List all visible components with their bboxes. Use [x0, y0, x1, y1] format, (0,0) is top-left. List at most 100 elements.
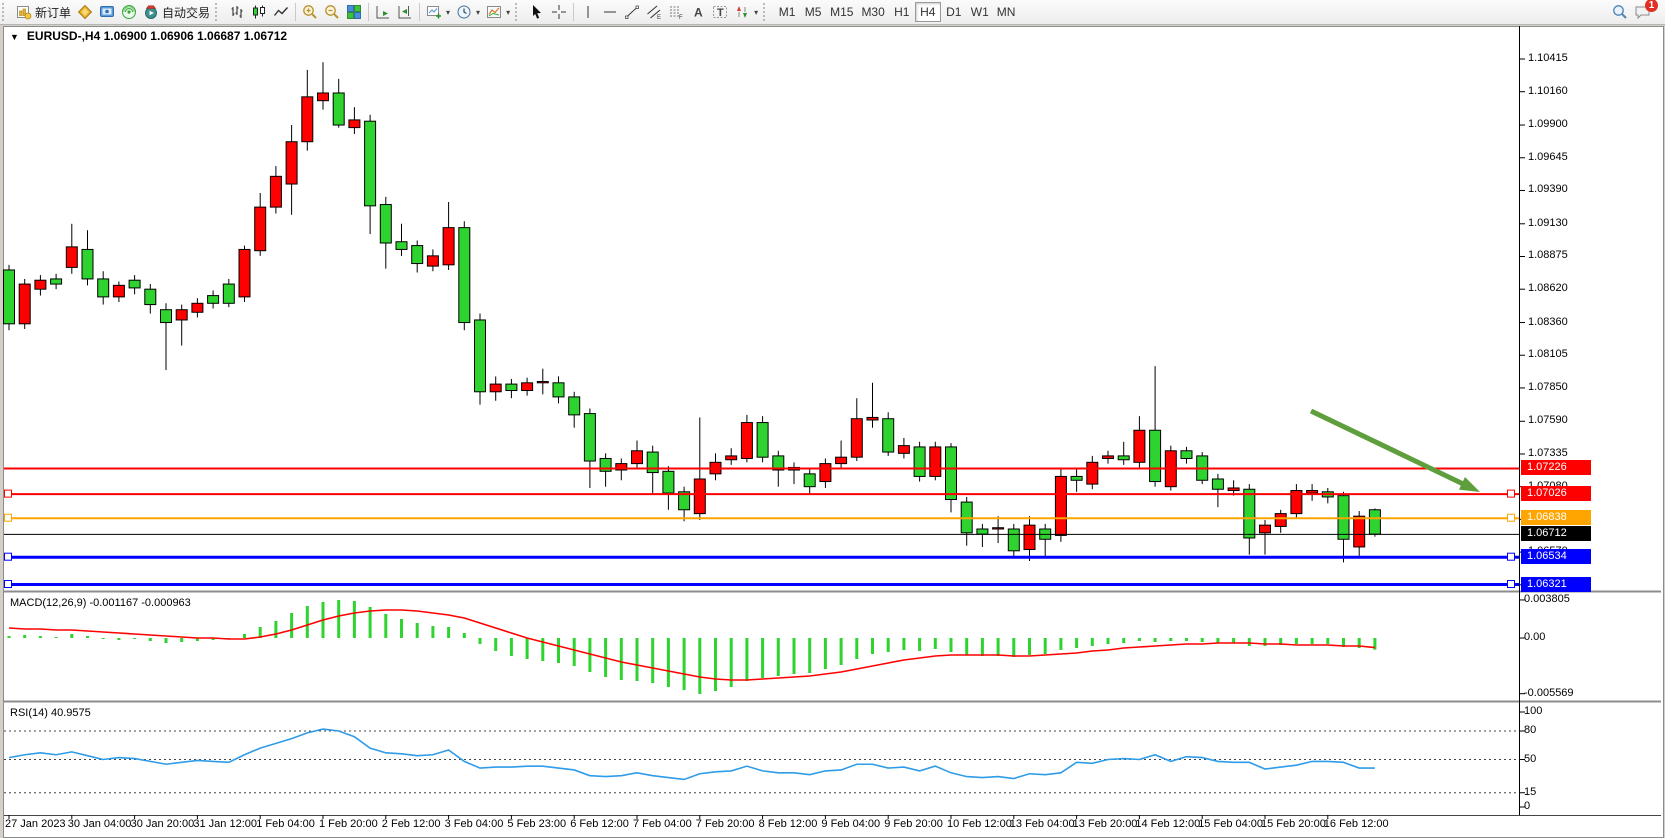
candle-body	[286, 142, 297, 184]
candle-body	[1260, 525, 1271, 533]
candle-body	[1071, 476, 1082, 480]
dropdown-caret-icon: ▾	[754, 8, 758, 17]
text-tool-button[interactable]: A	[687, 1, 709, 23]
search-button[interactable]	[1609, 1, 1631, 23]
timeframe-m15-button[interactable]: M15	[826, 2, 857, 22]
toolbar-separator	[573, 3, 574, 21]
text-icon: A	[690, 4, 706, 20]
candle-body	[820, 464, 831, 482]
line-handle	[5, 581, 12, 588]
candle-body	[475, 320, 486, 392]
cursor-tool-button[interactable]	[526, 1, 548, 23]
vertical-line-tool-button[interactable]	[577, 1, 599, 23]
templates-button[interactable]: ▾	[483, 1, 513, 23]
candle-body	[4, 270, 15, 324]
timeframe-m5-button[interactable]: M5	[800, 2, 826, 22]
signals-icon	[121, 4, 137, 20]
trendline-icon	[624, 4, 640, 20]
candle-body	[380, 205, 391, 243]
crosshair-tool-button[interactable]	[548, 1, 570, 23]
macd-signal-line	[9, 610, 1375, 680]
line-chart-button[interactable]	[270, 1, 292, 23]
candle-body	[930, 447, 941, 476]
new-chart-button[interactable]: ▾	[423, 1, 453, 23]
candle-body	[208, 296, 219, 304]
candle-body	[663, 471, 674, 493]
horizontal-line-icon	[602, 4, 618, 20]
candle-body	[867, 417, 878, 420]
tile-windows-button[interactable]	[343, 1, 365, 23]
timeframe-mn-button[interactable]: MN	[993, 2, 1020, 22]
notifications-button[interactable]: 1	[1631, 1, 1655, 23]
dropdown-caret-icon: ▾	[446, 8, 450, 17]
candle-body	[223, 284, 234, 303]
candle-body	[427, 256, 438, 266]
chart-shift-icon	[397, 4, 413, 20]
auto-scro1ll-icon	[375, 4, 391, 20]
signals-button[interactable]	[118, 1, 140, 23]
candle-body	[946, 447, 957, 500]
metaeditor-icon	[99, 4, 115, 20]
svg-text:F: F	[679, 15, 683, 20]
candle-body	[1244, 489, 1255, 538]
candle-body	[82, 249, 93, 278]
arrows-tool-button[interactable]: ▾	[731, 1, 761, 23]
timeframe-h1-button[interactable]: H1	[889, 2, 915, 22]
candle-body	[1024, 525, 1035, 549]
candle-body	[318, 93, 329, 101]
timeframe-h4-button[interactable]: H4	[915, 2, 941, 22]
dropdown-caret-icon: ▾	[506, 8, 510, 17]
metaeditor-button[interactable]	[96, 1, 118, 23]
chart-canvas[interactable]	[0, 0, 1665, 838]
candle-body	[19, 284, 30, 324]
auto-scroll-button[interactable]	[372, 1, 394, 23]
timeframe-w1-button[interactable]: W1	[967, 2, 993, 22]
chart-shift-button[interactable]	[394, 1, 416, 23]
candle-body	[443, 228, 454, 265]
text-label-tool-button[interactable]: T	[709, 1, 731, 23]
new-chart-icon	[426, 4, 442, 20]
candle-body	[270, 176, 281, 207]
timeframe-m1-button[interactable]: M1	[774, 2, 800, 22]
svg-text:T: T	[717, 7, 724, 19]
candle-body	[51, 279, 62, 284]
candle-body	[1212, 479, 1223, 489]
periods-icon	[456, 4, 472, 20]
candle-body	[1369, 510, 1380, 534]
zoom-in-button[interactable]	[299, 1, 321, 23]
trendline-tool-button[interactable]	[621, 1, 643, 23]
candle-body	[584, 414, 595, 461]
periods-button[interactable]: ▾	[453, 1, 483, 23]
timeframe-d1-button[interactable]: D1	[941, 2, 967, 22]
candle-body	[255, 207, 266, 251]
horizontal-line-tool-button[interactable]	[599, 1, 621, 23]
toolbar-separator	[419, 3, 420, 21]
toolbar-separator	[295, 3, 296, 21]
candlestick-chart-icon	[251, 4, 267, 20]
candle-body	[898, 446, 909, 454]
candlestick-chart-button[interactable]	[248, 1, 270, 23]
zoom-out-icon	[324, 4, 340, 20]
bar-chart-icon	[229, 4, 245, 20]
dropdown-caret-icon: ▾	[476, 8, 480, 17]
toolbar-grip	[2, 3, 9, 21]
candle-body	[333, 93, 344, 125]
candle-body	[836, 457, 847, 463]
zoom-out-button[interactable]	[321, 1, 343, 23]
auto-trading-button[interactable]: 自动交易	[140, 1, 213, 23]
timeframe-m30-button[interactable]: M30	[857, 2, 888, 22]
line-handle	[5, 490, 12, 497]
equidistant-channel-tool-button[interactable]: E	[643, 1, 665, 23]
new-order-button[interactable]: 新订单	[13, 1, 74, 23]
fibonacci-tool-button[interactable]: F	[665, 1, 687, 23]
candle-body	[1103, 456, 1114, 459]
mql5-community-button[interactable]	[74, 1, 96, 23]
candle-body	[757, 423, 768, 458]
candle-body	[506, 384, 517, 390]
toolbar-grip	[215, 3, 222, 21]
candle-body	[1354, 516, 1365, 547]
bar-chart-button[interactable]	[226, 1, 248, 23]
zoom-in-icon	[302, 4, 318, 20]
candle-body	[741, 423, 752, 459]
equidistant-channel-icon: E	[646, 4, 662, 20]
